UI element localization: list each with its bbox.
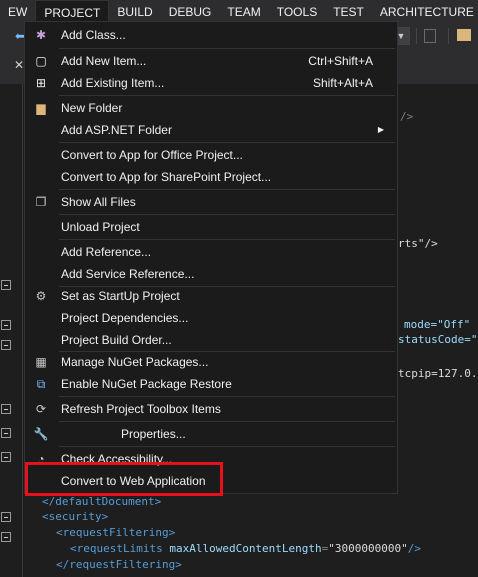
menu-separator [59,421,395,422]
code-fragment: mode="Off" [404,318,471,331]
menu-item-add-aspnet-folder[interactable]: Add ASP.NET Folder ▶ [25,119,397,141]
menu-separator [59,396,395,397]
menu-item-add-new-item[interactable]: ▢ Add New Item... Ctrl+Shift+A [25,50,397,72]
fold-toggle[interactable] [1,340,11,350]
menu-item-add-service-reference[interactable]: Add Service Reference... [25,263,397,285]
add-class-icon: ✱ [35,28,47,42]
fold-toggle[interactable] [1,280,11,290]
fold-toggle[interactable] [1,320,11,330]
code-line: </defaultDocument> [42,495,162,508]
folder-icon: ▆ [36,101,46,115]
menu-separator [59,95,395,96]
menu-item-refresh-toolbox[interactable]: ⟳ Refresh Project Toolbox Items [25,398,397,420]
document-icon[interactable] [424,29,436,43]
menu-item-nuget-restore[interactable]: ⧉ Enable NuGet Package Restore [25,373,397,395]
menu-item-set-startup[interactable]: ⚙ Set as StartUp Project [25,285,397,307]
menu-item-show-all-files[interactable]: ❐ Show All Files [25,191,397,213]
menu-separator [59,142,395,143]
code-fragment: rts"/> [398,237,438,250]
add-new-item-icon: ▢ [35,54,47,68]
menu-item-unload-project[interactable]: Unload Project [25,216,397,238]
folder-icon[interactable] [457,29,471,41]
fold-toggle[interactable] [1,452,11,462]
menu-item-project-dependencies[interactable]: Project Dependencies... [25,307,397,329]
show-all-files-icon: ❐ [35,195,47,209]
menu-separator [59,446,395,447]
menu-item-properties[interactable]: 🔧 Properties... [25,423,397,445]
toolbar-separator [416,28,417,44]
code-line: <requestFiltering> [56,526,176,539]
code-fragment: tcpip=127.0. [398,367,478,380]
code-line: <security> [42,510,109,523]
menu-separator [59,214,395,215]
add-existing-item-icon: ⊞ [35,76,47,90]
close-icon[interactable]: ✕ [14,58,24,72]
code-fragment: statusCode=" [398,333,478,346]
editor-margin [22,84,23,577]
submenu-arrow-icon: ▶ [377,125,384,134]
highlight-box [25,462,223,496]
package-restore-icon: ⧉ [36,377,46,391]
gear-icon: ⚙ [35,289,47,303]
code-line: </requestFiltering> [56,558,182,571]
fold-toggle[interactable] [1,428,11,438]
menu-item-add-existing-item[interactable]: ⊞ Add Existing Item... Shift+Alt+A [25,72,397,94]
nuget-icon: ▦ [35,355,47,369]
fold-toggle[interactable] [1,404,11,414]
menu-item-manage-nuget[interactable]: ▦ Manage NuGet Packages... [25,351,397,373]
menu-item-convert-sharepoint[interactable]: Convert to App for SharePoint Project... [25,166,397,188]
code-fragment: /> [400,110,414,123]
menu-separator [59,239,395,240]
menu-item-project-build-order[interactable]: Project Build Order... [25,329,397,351]
menu-item-convert-office[interactable]: Convert to App for Office Project... [25,144,397,166]
toolbar-separator [448,28,449,44]
code-line: <requestLimits maxAllowedContentLength="… [70,542,422,555]
refresh-icon: ⟳ [35,402,47,416]
menu-separator [59,189,395,190]
menu-separator [59,48,395,49]
menu-item-new-folder[interactable]: ▆ New Folder [25,97,397,119]
project-menu: ✱ Add Class... ▢ Add New Item... Ctrl+Sh… [24,21,398,494]
menu-item-add-class[interactable]: ✱ Add Class... [25,24,397,46]
wrench-icon: 🔧 [33,427,49,441]
fold-toggle[interactable] [1,512,11,522]
fold-toggle[interactable] [1,532,11,542]
menu-item-add-reference[interactable]: Add Reference... [25,241,397,263]
